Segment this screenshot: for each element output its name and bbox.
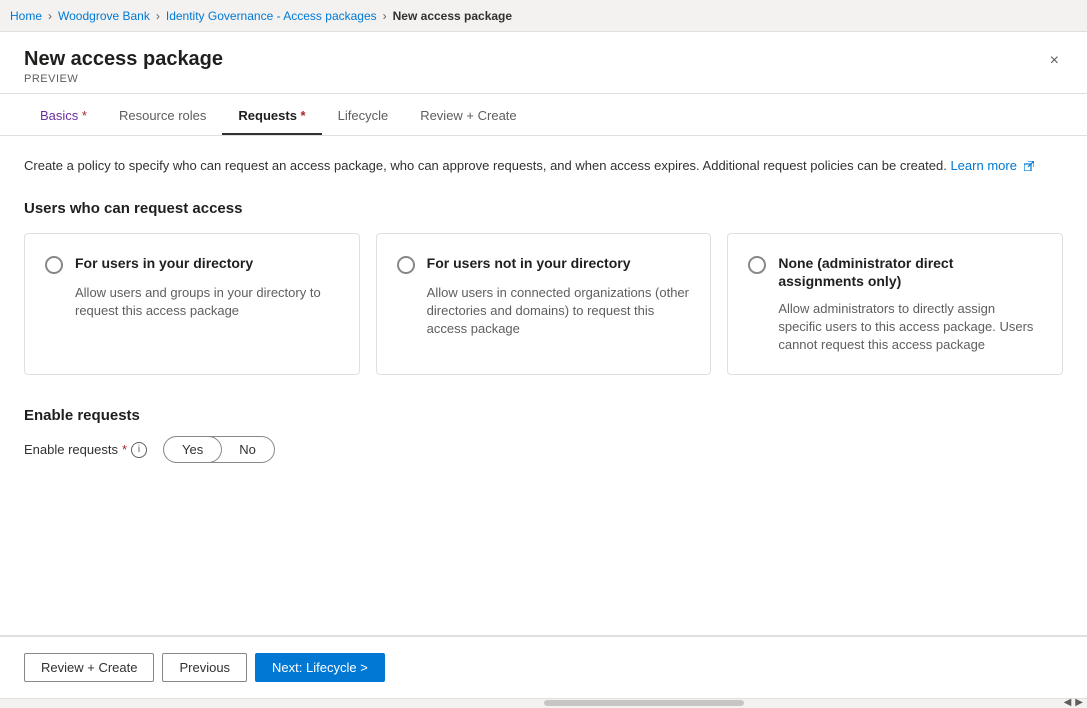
- access-section-title: Users who can request access: [24, 200, 1063, 217]
- breadcrumb-sep-1: ›: [48, 9, 52, 23]
- close-button[interactable]: ×: [1046, 48, 1063, 74]
- footer: Review + Create Previous Next: Lifecycle…: [0, 636, 1087, 698]
- tab-resource-roles[interactable]: Resource roles: [103, 98, 222, 135]
- enable-row: Enable requests * i Yes No: [24, 436, 1063, 463]
- card-none-direct-title: None (administrator direct assignments o…: [778, 254, 1042, 290]
- toggle-yes[interactable]: Yes: [164, 437, 221, 462]
- card-none-direct-header: None (administrator direct assignments o…: [748, 254, 1042, 290]
- scroll-arrows: ◀ ▶: [1064, 697, 1083, 708]
- panel-header-text: New access package PREVIEW: [24, 48, 223, 85]
- tab-review-create[interactable]: Review + Create: [404, 98, 532, 135]
- card-not-in-directory-header: For users not in your directory: [397, 254, 691, 274]
- access-cards: For users in your directory Allow users …: [24, 233, 1063, 376]
- card-none-direct[interactable]: None (administrator direct assignments o…: [727, 233, 1063, 376]
- breadcrumb-sep-3: ›: [383, 9, 387, 23]
- breadcrumb-home[interactable]: Home: [10, 9, 42, 23]
- radio-in-directory[interactable]: [45, 256, 63, 274]
- tab-bar: Basics Resource roles Requests Lifecycle…: [0, 98, 1087, 136]
- required-star: *: [122, 442, 127, 457]
- radio-none-direct[interactable]: [748, 256, 766, 274]
- review-create-button[interactable]: Review + Create: [24, 653, 154, 682]
- description-body: Create a policy to specify who can reque…: [24, 158, 947, 173]
- card-not-in-directory[interactable]: For users not in your directory Allow us…: [376, 233, 712, 376]
- card-not-in-directory-desc: Allow users in connected organizations (…: [397, 284, 691, 339]
- breadcrumb-woodgrove[interactable]: Woodgrove Bank: [58, 9, 150, 23]
- preview-badge: PREVIEW: [24, 73, 223, 85]
- card-none-direct-desc: Allow administrators to directly assign …: [748, 300, 1042, 355]
- enable-section-title: Enable requests: [24, 407, 1063, 424]
- breadcrumb-current: New access package: [393, 9, 512, 23]
- card-in-directory-desc: Allow users and groups in your directory…: [45, 284, 339, 320]
- card-in-directory-header: For users in your directory: [45, 254, 339, 274]
- radio-not-in-directory[interactable]: [397, 256, 415, 274]
- breadcrumb: Home › Woodgrove Bank › Identity Governa…: [10, 9, 512, 23]
- card-in-directory[interactable]: For users in your directory Allow users …: [24, 233, 360, 376]
- scroll-right-arrow[interactable]: ▶: [1075, 697, 1083, 708]
- learn-more-link[interactable]: Learn more: [950, 158, 1033, 173]
- tab-lifecycle[interactable]: Lifecycle: [322, 98, 405, 135]
- enable-label: Enable requests * i: [24, 442, 147, 458]
- description-text: Create a policy to specify who can reque…: [24, 156, 1063, 176]
- tab-requests[interactable]: Requests: [222, 98, 321, 135]
- enable-label-text: Enable requests: [24, 442, 118, 457]
- previous-button[interactable]: Previous: [162, 653, 247, 682]
- browser-bar: Home › Woodgrove Bank › Identity Governa…: [0, 0, 1087, 32]
- info-icon[interactable]: i: [131, 442, 147, 458]
- next-lifecycle-button[interactable]: Next: Lifecycle >: [255, 653, 385, 682]
- toggle-group: Yes No: [163, 436, 275, 463]
- page-title: New access package: [24, 48, 223, 71]
- card-in-directory-title: For users in your directory: [75, 254, 253, 272]
- card-not-in-directory-title: For users not in your directory: [427, 254, 631, 272]
- scroll-left-arrow[interactable]: ◀: [1064, 697, 1072, 708]
- scroll-thumb[interactable]: [544, 700, 744, 706]
- tab-basics[interactable]: Basics: [24, 98, 103, 135]
- scroll-area: ◀ ▶: [0, 698, 1087, 706]
- breadcrumb-identity-governance[interactable]: Identity Governance - Access packages: [166, 9, 377, 23]
- panel-header: New access package PREVIEW ×: [0, 32, 1087, 94]
- enable-requests-section: Enable requests Enable requests * i Yes …: [24, 407, 1063, 463]
- main-panel: New access package PREVIEW × Basics Reso…: [0, 32, 1087, 706]
- breadcrumb-sep-2: ›: [156, 9, 160, 23]
- toggle-no[interactable]: No: [221, 437, 274, 462]
- external-link-icon: [1024, 155, 1034, 175]
- content-area: Create a policy to specify who can reque…: [0, 136, 1087, 635]
